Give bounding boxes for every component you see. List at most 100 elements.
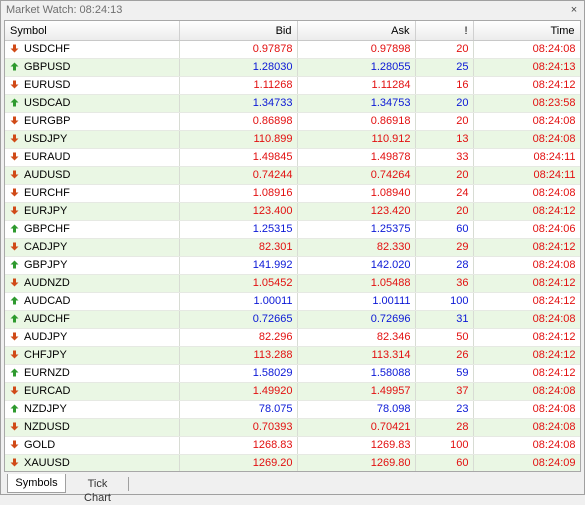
time-cell: 08:24:11 (473, 166, 580, 185)
arrow-down-icon (10, 332, 19, 341)
table-row[interactable]: AUDCHF 0.72665 0.72696 31 08:24:08 (5, 310, 580, 329)
time-cell: 08:24:08 (473, 400, 580, 419)
symbol-cell: EURCHF (5, 184, 180, 203)
table-row[interactable]: EURNZD 1.58029 1.58088 59 08:24:12 (5, 364, 580, 383)
symbols-table-container[interactable]: Symbol Bid Ask ! Time USDCHF 0.97878 0.978… (4, 20, 581, 472)
table-row[interactable]: GBPUSD 1.28030 1.28055 25 08:24:13 (5, 58, 580, 77)
table-row[interactable]: NZDJPY 78.075 78.098 23 08:24:08 (5, 400, 580, 419)
symbol-name: AUDNZD (24, 277, 70, 289)
table-row[interactable]: GOLD 1268.83 1269.83 100 08:24:08 (5, 436, 580, 455)
table-row[interactable]: EURJPY 123.400 123.420 20 08:24:12 (5, 202, 580, 221)
table-row[interactable]: EURAUD 1.49845 1.49878 33 08:24:11 (5, 148, 580, 167)
column-header-spread[interactable]: ! (415, 21, 474, 41)
spread-cell: 29 (415, 238, 474, 257)
ask-cell: 113.314 (297, 346, 416, 365)
symbol-cell: GBPUSD (5, 58, 180, 77)
table-row[interactable]: CHFJPY 113.288 113.314 26 08:24:12 (5, 346, 580, 365)
bid-cell: 1.08916 (179, 184, 298, 203)
table-row[interactable]: EURUSD 1.11268 1.11284 16 08:24:12 (5, 76, 580, 95)
arrow-up-icon (10, 260, 19, 269)
table-row[interactable]: AUDJPY 82.296 82.346 50 08:24:12 (5, 328, 580, 347)
column-header-ask[interactable]: Ask (297, 21, 416, 41)
arrow-down-icon (10, 458, 19, 467)
symbol-cell: EURCAD (5, 382, 180, 401)
column-header-bid[interactable]: Bid (179, 21, 298, 41)
symbol-cell: NZDJPY (5, 400, 180, 419)
ask-cell: 82.330 (297, 238, 416, 257)
table-row[interactable]: GBPCHF 1.25315 1.25375 60 08:24:06 (5, 220, 580, 239)
time-cell: 08:24:08 (473, 310, 580, 329)
close-icon[interactable]: × (568, 1, 580, 19)
bid-cell: 0.86898 (179, 112, 298, 131)
time-cell: 08:24:06 (473, 220, 580, 239)
arrow-down-icon (10, 440, 19, 449)
ask-cell: 1.00111 (297, 292, 416, 311)
table-row[interactable]: CADJPY 82.301 82.330 29 08:24:12 (5, 238, 580, 257)
ask-cell: 110.912 (297, 130, 416, 149)
time-cell: 08:24:08 (473, 40, 580, 59)
spread-cell: 28 (415, 418, 474, 437)
ask-cell: 1.49957 (297, 382, 416, 401)
symbol-cell: EURNZD (5, 364, 180, 383)
column-header-symbol[interactable]: Symbol (5, 21, 180, 41)
bid-cell: 1.25315 (179, 220, 298, 239)
bid-cell: 1.11268 (179, 76, 298, 95)
time-cell: 08:24:08 (473, 112, 580, 131)
table-row[interactable]: AUDUSD 0.74244 0.74264 20 08:24:11 (5, 166, 580, 185)
table-row[interactable]: USDJPY 110.899 110.912 13 08:24:08 (5, 130, 580, 149)
symbol-name: GOLD (24, 439, 56, 451)
symbol-name: EURNZD (24, 367, 70, 379)
time-cell: 08:24:12 (473, 238, 580, 257)
time-cell: 08:24:08 (473, 382, 580, 401)
tab-symbols[interactable]: Symbols (7, 474, 66, 493)
bid-cell: 110.899 (179, 130, 298, 149)
spread-cell: 26 (415, 346, 474, 365)
column-header-time[interactable]: Time (473, 21, 580, 41)
time-cell: 08:24:13 (473, 58, 580, 77)
arrow-down-icon (10, 80, 19, 89)
table-row[interactable]: EURGBP 0.86898 0.86918 20 08:24:08 (5, 112, 580, 131)
symbol-name: EURJPY (24, 205, 68, 217)
title-bar[interactable]: Market Watch: 08:24:13 × (1, 1, 584, 19)
spread-cell: 20 (415, 40, 474, 59)
symbol-name: USDJPY (24, 133, 68, 145)
table-row[interactable]: NZDUSD 0.70393 0.70421 28 08:24:08 (5, 418, 580, 437)
bid-cell: 0.74244 (179, 166, 298, 185)
spread-cell: 60 (415, 454, 474, 471)
spread-cell: 31 (415, 310, 474, 329)
table-row[interactable]: GBPJPY 141.992 142.020 28 08:24:08 (5, 256, 580, 275)
bid-cell: 78.075 (179, 400, 298, 419)
symbol-name: EURGBP (24, 115, 71, 127)
symbol-cell: AUDCHF (5, 310, 180, 329)
bottom-tab-bar: Symbols Tick Chart (4, 474, 581, 504)
spread-cell: 20 (415, 166, 474, 185)
table-row[interactable]: XAUUSD 1269.20 1269.80 60 08:24:09 (5, 454, 580, 471)
table-row[interactable]: EURCHF 1.08916 1.08940 24 08:24:08 (5, 184, 580, 203)
symbol-name: GBPCHF (24, 223, 70, 235)
table-row[interactable]: EURCAD 1.49920 1.49957 37 08:24:08 (5, 382, 580, 401)
symbol-cell: NZDUSD (5, 418, 180, 437)
table-row[interactable]: USDCAD 1.34733 1.34753 20 08:23:58 (5, 94, 580, 113)
arrow-down-icon (10, 188, 19, 197)
arrow-down-icon (10, 134, 19, 143)
tab-tick-chart[interactable]: Tick Chart (67, 477, 129, 504)
ask-cell: 78.098 (297, 400, 416, 419)
table-row[interactable]: USDCHF 0.97878 0.97898 20 08:24:08 (5, 40, 580, 59)
time-cell: 08:24:08 (473, 184, 580, 203)
table-row[interactable]: AUDNZD 1.05452 1.05488 36 08:24:12 (5, 274, 580, 293)
ask-cell: 0.74264 (297, 166, 416, 185)
spread-cell: 33 (415, 148, 474, 167)
bid-cell: 123.400 (179, 202, 298, 221)
table-row[interactable]: AUDCAD 1.00011 1.00111 100 08:24:12 (5, 292, 580, 311)
arrow-down-icon (10, 386, 19, 395)
spread-cell: 100 (415, 292, 474, 311)
symbol-cell: AUDJPY (5, 328, 180, 347)
symbols-table: Symbol Bid Ask ! Time USDCHF 0.97878 0.978… (5, 21, 580, 471)
arrow-down-icon (10, 422, 19, 431)
time-cell: 08:24:08 (473, 256, 580, 275)
arrow-down-icon (10, 350, 19, 359)
bid-cell: 0.72665 (179, 310, 298, 329)
symbol-name: GBPJPY (24, 259, 68, 271)
spread-cell: 28 (415, 256, 474, 275)
spread-cell: 50 (415, 328, 474, 347)
